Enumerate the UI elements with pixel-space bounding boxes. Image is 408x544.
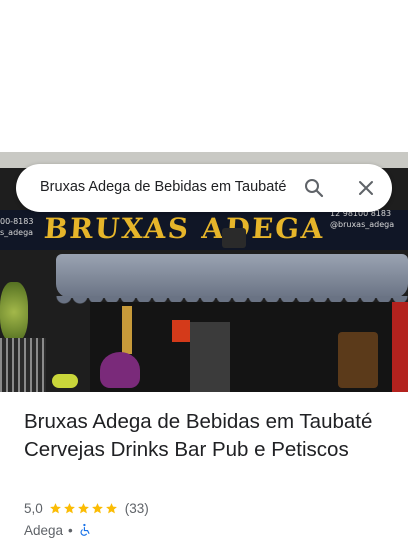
photo-sign-right-line2: @bruxas_adega bbox=[330, 220, 395, 229]
separator-dot: • bbox=[68, 522, 73, 538]
photo-sign-left-line2: s_adega bbox=[0, 228, 34, 237]
photo-sign-left: 00-8183 s_adega bbox=[0, 216, 33, 238]
photo-decoration bbox=[100, 352, 140, 388]
photo-red-sign bbox=[172, 320, 190, 342]
photo-gate bbox=[0, 338, 46, 392]
photo-lamp bbox=[222, 228, 246, 248]
photo-hanging-deco bbox=[122, 306, 132, 354]
place-card: BRUXAS ADEGA 00-8183 s_adega 12 98100 81… bbox=[0, 0, 408, 544]
photo-sign-left-line1: 00-8183 bbox=[0, 217, 34, 226]
star-icon bbox=[91, 502, 104, 515]
search-icon[interactable] bbox=[302, 176, 326, 200]
star-icon bbox=[49, 502, 62, 515]
search-bar[interactable]: Bruxas Adega de Bebidas em Taubaté bbox=[16, 164, 392, 212]
photo-plant bbox=[0, 282, 28, 342]
photo-door bbox=[190, 322, 230, 392]
photo-red-wall bbox=[392, 302, 408, 392]
rating-value: 5,0 bbox=[24, 500, 43, 516]
category-row: Adega • bbox=[24, 521, 92, 539]
photo-awning bbox=[56, 254, 408, 304]
photo-sign-text: BRUXAS ADEGA bbox=[42, 212, 326, 245]
wheelchair-icon bbox=[78, 523, 92, 537]
photo-decoration-2 bbox=[52, 374, 78, 388]
place-category: Adega bbox=[24, 522, 64, 538]
star-icon bbox=[63, 502, 76, 515]
review-count[interactable]: (33) bbox=[125, 501, 149, 516]
rating-stars bbox=[49, 502, 119, 515]
close-icon[interactable] bbox=[354, 176, 378, 200]
star-icon bbox=[77, 502, 90, 515]
search-input[interactable]: Bruxas Adega de Bebidas em Taubaté bbox=[40, 179, 298, 195]
star-icon bbox=[105, 502, 118, 515]
rating-row[interactable]: 5,0 (33) bbox=[24, 499, 149, 517]
place-title: Bruxas Adega de Bebidas em Taubaté Cerve… bbox=[24, 410, 373, 461]
photo-poster bbox=[338, 332, 378, 388]
